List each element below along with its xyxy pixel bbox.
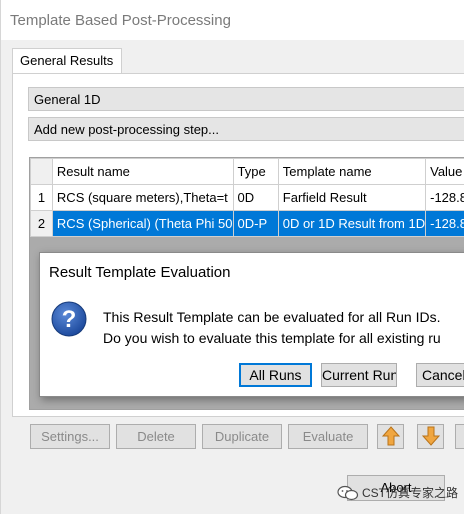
up-arrow-icon xyxy=(381,426,400,446)
row-number[interactable]: 2 xyxy=(30,210,53,237)
column-header-template-name[interactable]: Template name xyxy=(277,158,427,185)
dialog-message-line1: This Result Template can be evaluated fo… xyxy=(103,309,441,325)
current-run-button[interactable]: Current Run xyxy=(321,363,397,387)
main-window: Template Based Post-Processing General R… xyxy=(0,0,464,514)
title-bar[interactable]: Template Based Post-Processing xyxy=(1,0,464,40)
table-row[interactable]: 1 RCS (square meters),Theta=t 0D Farfiel… xyxy=(30,184,464,211)
question-icon: ? xyxy=(51,301,87,337)
dialog-body: ? This Result Template can be evaluated … xyxy=(40,291,464,396)
column-header-value[interactable]: Value xyxy=(425,158,464,185)
cancel-button[interactable]: Cancel xyxy=(416,363,464,387)
svg-text:?: ? xyxy=(62,306,77,333)
result-template-evaluation-dialog: Result Template Evaluation ? This Result… xyxy=(39,252,464,397)
cell-result-name[interactable]: RCS (square meters),Theta=t xyxy=(51,184,234,211)
row-number[interactable]: 1 xyxy=(30,184,53,211)
extra-button[interactable] xyxy=(455,424,464,449)
cell-type[interactable]: 0D xyxy=(232,184,279,211)
delete-button[interactable]: Delete xyxy=(116,424,196,449)
move-up-button[interactable] xyxy=(377,424,404,449)
table-row-selected[interactable]: 2 RCS (Spherical) (Theta Phi 50 0D-P 0D … xyxy=(30,210,464,237)
cell-value[interactable]: -128.8 xyxy=(425,210,464,237)
wechat-icon xyxy=(337,485,359,500)
grid-corner xyxy=(30,158,53,185)
cell-template-name[interactable]: 0D or 1D Result from 1D xyxy=(277,210,427,237)
down-arrow-icon xyxy=(421,426,440,446)
column-header-type[interactable]: Type xyxy=(232,158,279,185)
dialog-title[interactable]: Result Template Evaluation xyxy=(40,253,464,291)
duplicate-button[interactable]: Duplicate xyxy=(202,424,282,449)
cell-template-name[interactable]: Farfield Result xyxy=(277,184,427,211)
settings-button[interactable]: Settings... xyxy=(30,424,110,449)
evaluate-button[interactable]: Evaluate xyxy=(288,424,368,449)
watermark-text: CST仿真专家之路 xyxy=(362,486,459,500)
column-header-result-name[interactable]: Result name xyxy=(51,158,234,185)
window-title: Template Based Post-Processing xyxy=(10,12,231,29)
tab-general-results[interactable]: General Results xyxy=(12,48,122,74)
result-type-select[interactable]: General 1D xyxy=(28,87,464,111)
dialog-message-line2: Do you wish to evaluate this template fo… xyxy=(103,330,441,346)
cell-value[interactable]: -128.8 xyxy=(425,184,464,211)
watermark: CST仿真专家之路 xyxy=(337,484,458,501)
move-down-button[interactable] xyxy=(417,424,444,449)
cell-type[interactable]: 0D-P xyxy=(232,210,279,237)
all-runs-button[interactable]: All Runs xyxy=(239,363,312,387)
add-step-select[interactable]: Add new post-processing step... xyxy=(28,117,464,141)
cell-result-name[interactable]: RCS (Spherical) (Theta Phi 50 xyxy=(51,210,234,237)
